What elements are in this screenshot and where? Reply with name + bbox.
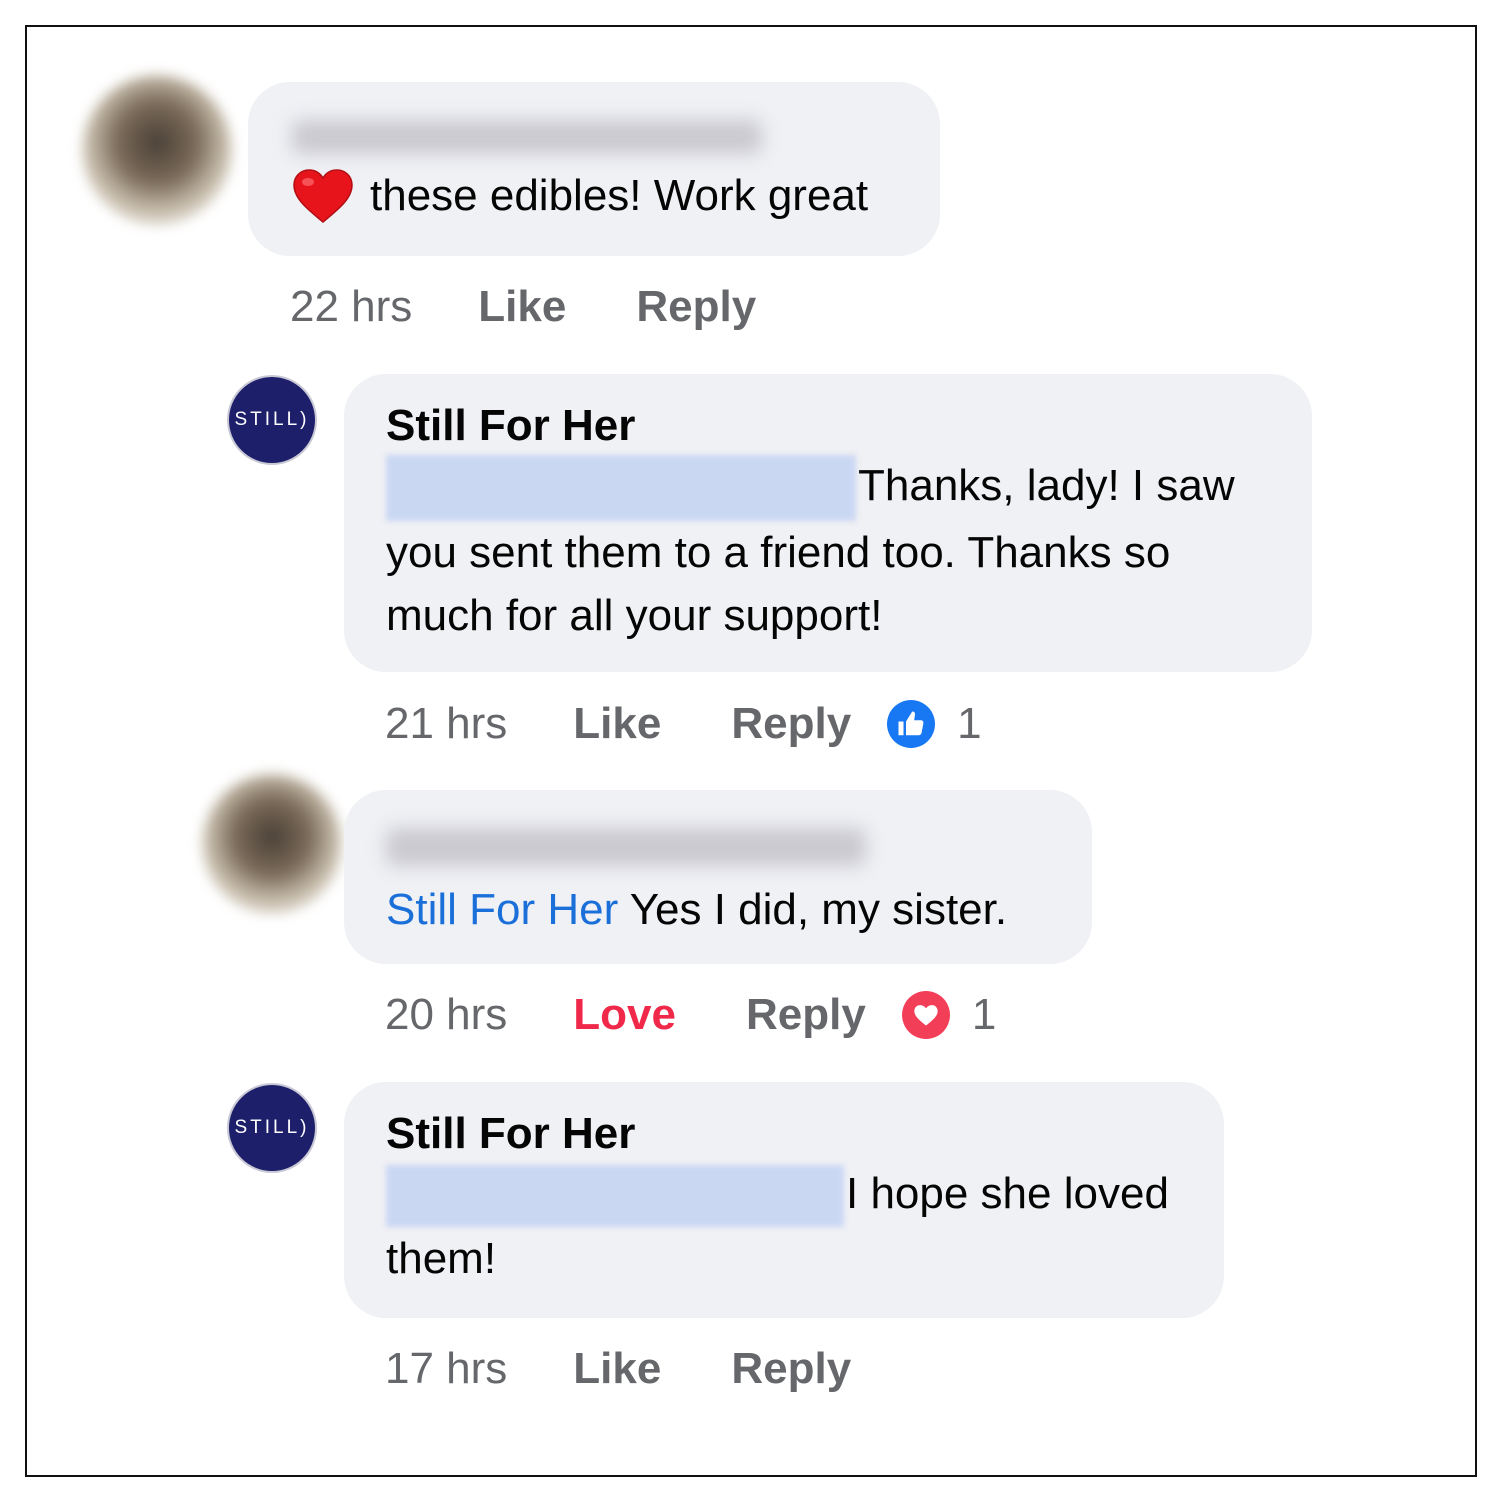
red-heart-emoji-icon — [292, 168, 354, 224]
comment-bubble: these edibles! Work great — [248, 82, 940, 256]
reply-button[interactable]: Reply — [746, 990, 866, 1040]
comment-text: these edibles! Work great — [292, 164, 910, 227]
love-button[interactable]: Love — [573, 990, 676, 1040]
tagged-user-blurred[interactable] — [386, 1165, 844, 1228]
reaction-count: 1 — [957, 699, 982, 748]
avatar-logo-text: STILL) — [234, 409, 310, 430]
mentioned-user-link[interactable]: Still For Her — [386, 885, 618, 934]
avatar[interactable] — [82, 75, 232, 225]
comment-text-content: these edibles! Work great — [370, 171, 869, 220]
comment-text: Thanks, lady! I saw you sent them to a f… — [386, 454, 1272, 647]
author-name[interactable]: Still For Her — [386, 1106, 1184, 1162]
comment-actions: 22 hrs Like Reply — [290, 277, 756, 337]
timestamp[interactable]: 22 hrs — [290, 282, 412, 332]
avatar[interactable]: STILL) — [227, 375, 317, 465]
reply-bubble: Still For Her Thanks, lady! I saw you se… — [344, 374, 1312, 672]
reply-button[interactable]: Reply — [731, 1344, 851, 1394]
like-button[interactable]: Like — [573, 1344, 661, 1394]
reaction-count: 1 — [971, 990, 997, 1039]
comment-text-content: Yes I did, my sister. — [629, 885, 1008, 934]
reply-bubble: Still For Her I hope she loved them! — [344, 1082, 1224, 1318]
heart-icon[interactable] — [901, 991, 950, 1039]
tagged-user-blurred[interactable] — [386, 455, 856, 522]
timestamp[interactable]: 20 hrs — [385, 990, 507, 1040]
avatar-logo-text: STILL) — [234, 1117, 310, 1138]
reply-bubble: Still For Her Yes I did, my sister. — [344, 790, 1092, 964]
comment-actions: 20 hrs Love Reply 1 — [385, 985, 996, 1045]
commenter-name-blurred[interactable] — [292, 112, 910, 160]
like-button[interactable]: Like — [478, 282, 566, 332]
commenter-name-blurred[interactable] — [386, 818, 1062, 874]
thumbs-up-icon[interactable] — [887, 700, 936, 748]
reply-button[interactable]: Reply — [731, 699, 851, 749]
comment-actions: 21 hrs Like Reply 1 — [385, 694, 982, 754]
comments-thread: these edibles! Work great 22 hrs Like Re… — [25, 25, 1477, 1477]
comment-actions: 17 hrs Like Reply — [385, 1339, 851, 1399]
timestamp[interactable]: 17 hrs — [385, 1344, 507, 1394]
timestamp[interactable]: 21 hrs — [385, 699, 507, 749]
reply-button[interactable]: Reply — [636, 282, 756, 332]
avatar[interactable] — [202, 774, 342, 914]
author-name[interactable]: Still For Her — [386, 398, 1272, 454]
comment-text: Still For Her Yes I did, my sister. — [386, 878, 1062, 941]
like-button[interactable]: Like — [573, 699, 661, 749]
comment-text: I hope she loved them! — [386, 1162, 1184, 1290]
avatar[interactable]: STILL) — [227, 1083, 317, 1173]
